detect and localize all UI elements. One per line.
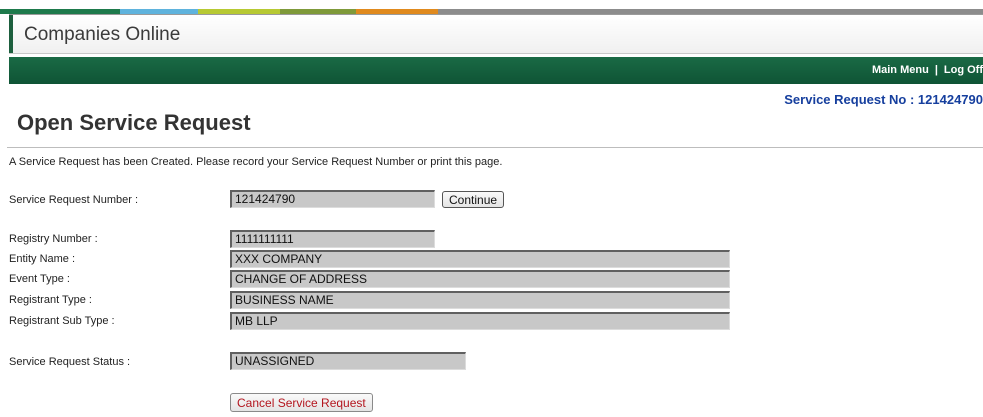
sr-number-label: Service Request Number : xyxy=(9,194,138,206)
page: Companies Online Main Menu | Log Off Servi… xyxy=(0,0,983,417)
app-header: Companies Online xyxy=(9,14,983,54)
page-title: Open Service Request xyxy=(17,110,251,135)
continue-button[interactable]: Continue xyxy=(442,191,505,208)
registrant-type-field: BUSINESS NAME xyxy=(230,291,730,309)
sr-number-field: 121424790 xyxy=(230,190,435,208)
log-off-link[interactable]: Log Off xyxy=(944,64,983,76)
entity-name-label: Entity Name : xyxy=(9,253,76,265)
event-type-field: CHANGE OF ADDRESS xyxy=(230,270,730,288)
nav-bar: Main Menu | Log Off xyxy=(9,57,983,84)
status-label: Service Request Status : xyxy=(9,356,131,368)
entity-name-field: XXX COMPANY xyxy=(230,250,730,268)
nav-links: Main Menu | Log Off xyxy=(872,64,983,76)
registry-number-label: Registry Number : xyxy=(9,233,98,245)
nav-separator: | xyxy=(934,64,938,76)
status-field: UNASSIGNED xyxy=(230,352,466,370)
divider xyxy=(7,147,983,148)
registrant-sub-type-label: Registrant Sub Type : xyxy=(9,315,115,327)
confirmation-message: A Service Request has been Created. Plea… xyxy=(9,156,503,168)
app-title: Companies Online xyxy=(24,24,181,45)
registrant-sub-type-field: MB LLP xyxy=(230,312,730,330)
registrant-type-label: Registrant Type : xyxy=(9,294,92,306)
event-type-label: Event Type : xyxy=(9,273,70,285)
registry-number-field: 1111111111 xyxy=(230,230,435,248)
header-accent-bar xyxy=(9,15,13,53)
service-request-number-banner: Service Request No : 121424790 xyxy=(784,92,983,107)
main-menu-link[interactable]: Main Menu xyxy=(872,64,929,76)
cancel-service-request-button[interactable]: Cancel Service Request xyxy=(230,393,373,412)
